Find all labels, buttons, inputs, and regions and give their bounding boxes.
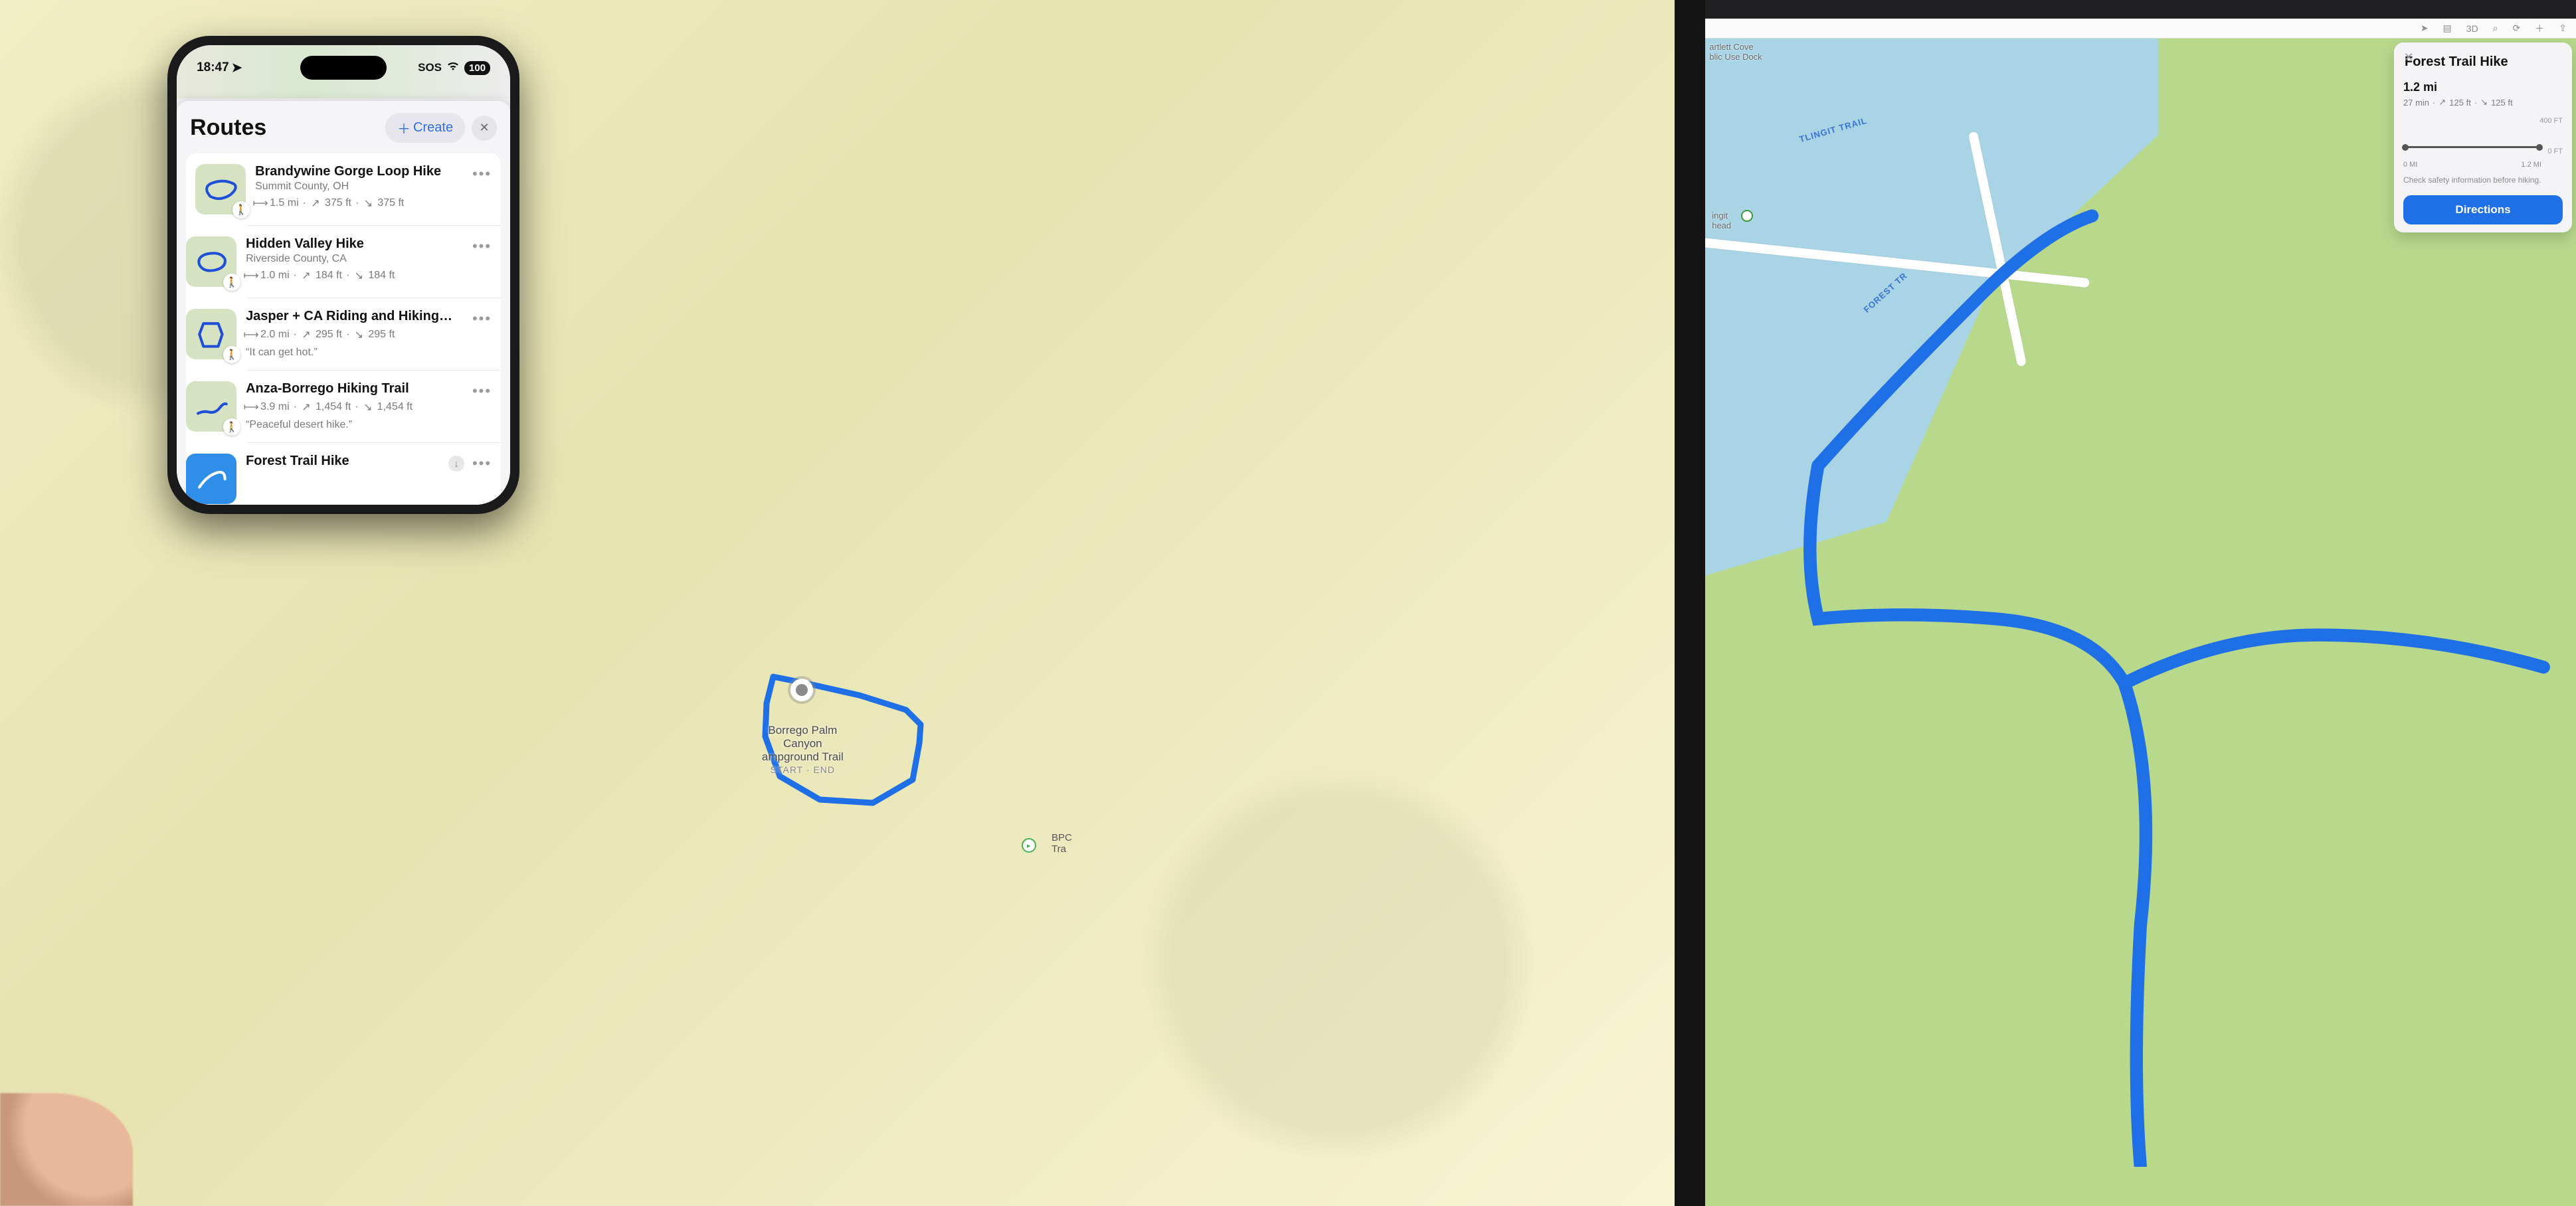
ipad-right-device: ➤ ▤ 3D ⌕ ⟳ ＋ ⇪ artlett Cove blic Use Doc… [1705, 0, 2576, 1206]
descent-icon: ↘ [363, 400, 373, 414]
route-row[interactable]: Forest Trail Hike ↓ ••• [247, 442, 501, 505]
ascent-icon: ↗ [301, 269, 312, 282]
walk-icon: 🚶 [223, 418, 240, 436]
distance-icon: ⟼ [255, 197, 266, 210]
route-row[interactable]: 🚶 Jasper + CA Riding and Hiking… ⟼2.0 mi… [247, 298, 501, 370]
route-more-button[interactable]: ••• [472, 165, 492, 183]
share-icon[interactable]: ⇪ [2559, 23, 2567, 34]
route-thumbnail: 🚶 [195, 164, 246, 215]
panel-substats: 27 min· ↗125 ft· ↘125 ft [2403, 97, 2563, 108]
close-icon: ✕ [480, 121, 490, 135]
elevation-line [2403, 146, 2541, 148]
route-subtitle: Summit County, OH [255, 181, 463, 193]
current-location-dot [790, 679, 813, 701]
download-icon: ↓ [454, 458, 458, 469]
route-row[interactable]: 🚶 Hidden Valley Hike Riverside County, C… [247, 225, 501, 298]
location-arrow-icon: ➤ [232, 60, 242, 76]
view-3d-button[interactable]: 3D [2466, 23, 2478, 34]
distance-icon: ⟼ [246, 400, 256, 414]
ipad-bezel [1705, 0, 2576, 19]
elev-x-start: 0 MI [2403, 161, 2417, 169]
route-title: Forest Trail Hike [246, 454, 439, 469]
map-toolbar: ➤ ▤ 3D ⌕ ⟳ ＋ ⇪ [1705, 19, 2576, 39]
panel-close-button[interactable]: ✕ [2401, 49, 2417, 65]
device-gap [1675, 0, 1706, 1206]
panel-safety-note: Check safety information before hiking. [2403, 175, 2563, 185]
route-stats: ⟼2.0 mi· ↗295 ft· ↘295 ft [246, 328, 463, 341]
route-row[interactable]: 🚶 Brandywine Gorge Loop Hike Summit Coun… [186, 153, 501, 225]
routes-sheet: Routes ＋ Create ✕ [177, 101, 510, 505]
route-thumbnail: 🚶 [186, 309, 236, 359]
route-thumbnail [186, 454, 236, 504]
route-more-button[interactable]: ••• [472, 455, 492, 472]
iphone-device: 18:47 ➤ SOS 100 Routes ＋ [167, 36, 519, 514]
routes-list[interactable]: 🚶 Brandywine Gorge Loop Hike Summit Coun… [186, 153, 501, 505]
route-title: Jasper + CA Riding and Hiking… [246, 309, 463, 324]
close-icon: ✕ [2403, 50, 2413, 64]
ascent-icon: ↗ [310, 197, 321, 210]
walk-icon: 🚶 [223, 346, 240, 363]
layers-icon[interactable]: ▤ [2443, 23, 2452, 34]
plus-icon: ＋ [397, 118, 411, 137]
route-row[interactable]: 🚶 Anza-Borrego Hiking Trail ⟼3.9 mi· ↗1,… [247, 370, 501, 442]
elevation-chart: 400 FT 0 FT 0 MI 1.2 MI [2403, 117, 2563, 169]
route-thumbnail: 🚶 [186, 236, 236, 287]
location-icon[interactable]: ➤ [2421, 23, 2429, 34]
map-label-trailhead: ingit head [1712, 211, 1731, 231]
route-stats: ⟼1.0 mi· ↗184 ft· ↘184 ft [246, 269, 463, 282]
poi-label: BPC Tra [1052, 832, 1072, 855]
hand [0, 1093, 133, 1206]
sheet-title: Routes [190, 115, 266, 141]
panel-distance: 1.2 mi [2403, 80, 2563, 94]
elev-y-bot: 0 FT [2547, 147, 2563, 155]
battery-indicator: 100 [464, 61, 490, 75]
route-stats: ⟼3.9 mi· ↗1,454 ft· ↘1,454 ft [246, 400, 463, 414]
wifi-icon [446, 61, 460, 74]
descent-icon: ↘ [2480, 97, 2488, 108]
ipad-left-map: Borrego Palm Canyon ampground Trail STAR… [0, 0, 1675, 1206]
ascent-icon: ↗ [301, 400, 312, 414]
route-more-button[interactable]: ••• [472, 310, 492, 327]
directions-button[interactable]: Directions [2403, 195, 2563, 224]
dynamic-island [300, 56, 387, 80]
elev-y-top: 400 FT [2539, 117, 2563, 125]
route-thumbnail: 🚶 [186, 381, 236, 432]
route-quote: “Peaceful desert hike.” [246, 419, 463, 431]
ascent-icon: ↗ [301, 328, 312, 341]
poi-marker[interactable]: ▸ [1022, 838, 1036, 853]
route-stats: ⟼1.5 mi· ↗375 ft· ↘375 ft [255, 197, 463, 210]
status-time: 18:47 [197, 60, 229, 75]
route-title: Brandywine Gorge Loop Hike [255, 164, 463, 179]
route-detail-panel: ✕ Forest Trail Hike 1.2 mi 27 min· ↗125 … [2394, 43, 2572, 232]
descent-icon: ↘ [353, 328, 364, 341]
close-sheet-button[interactable]: ✕ [472, 116, 497, 141]
route-more-button[interactable]: ••• [472, 238, 492, 255]
walk-icon: 🚶 [223, 274, 240, 291]
distance-icon: ⟼ [246, 328, 256, 341]
route-more-button[interactable]: ••• [472, 383, 492, 400]
panel-title: Forest Trail Hike [2405, 54, 2563, 70]
route-quote: “It can get hot.” [246, 347, 463, 359]
binoculars-icon[interactable]: ⌕ [2493, 23, 2498, 34]
route-title: Anza-Borrego Hiking Trail [246, 381, 463, 396]
route-subtitle: Riverside County, CA [246, 253, 463, 265]
descent-icon: ↘ [363, 197, 373, 210]
descent-icon: ↘ [353, 269, 364, 282]
ascent-icon: ↗ [2438, 97, 2446, 108]
route-title: Hidden Valley Hike [246, 236, 463, 252]
create-route-button[interactable]: ＋ Create [385, 113, 465, 143]
status-sos: SOS [418, 61, 442, 74]
map-label-borrego: Borrego Palm Canyon ampground Trail STAR… [762, 724, 844, 776]
walk-icon: 🚶 [232, 201, 250, 218]
elev-x-end: 1.2 MI [2521, 161, 2541, 169]
add-icon[interactable]: ＋ [2535, 22, 2544, 35]
refresh-icon[interactable]: ⟳ [2513, 23, 2521, 34]
distance-icon: ⟼ [246, 269, 256, 282]
download-button[interactable]: ↓ [448, 456, 464, 472]
map-label-cove: artlett Cove blic Use Dock [1709, 43, 1762, 62]
ipad-right-map[interactable]: artlett Cove blic Use Dock ingit head TL… [1705, 39, 2576, 1206]
